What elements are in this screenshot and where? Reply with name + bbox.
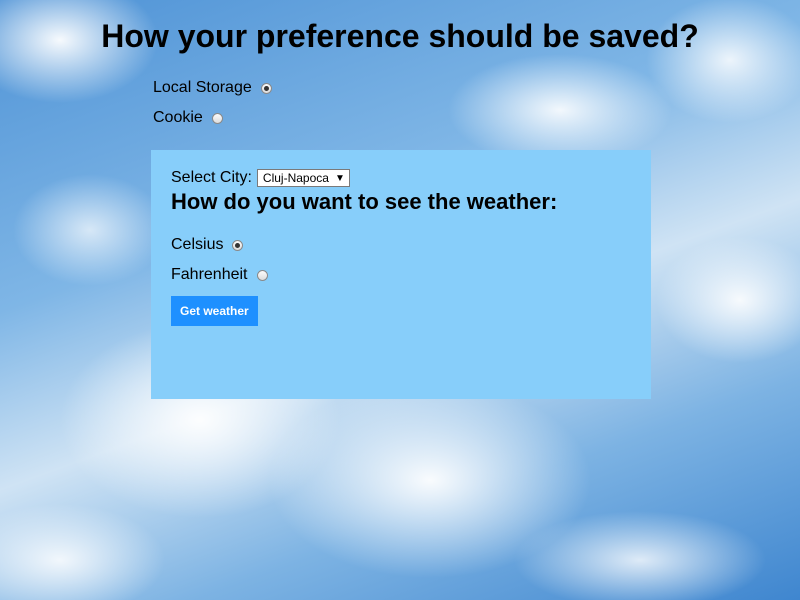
fahrenheit-radio[interactable]: [256, 269, 268, 281]
city-row: Select City: Cluj-Napoca ▼: [171, 169, 350, 187]
unit-option-celsius: Celsius: [171, 236, 244, 254]
storage-option-local-storage: Local Storage: [153, 79, 272, 97]
local-storage-radio[interactable]: [260, 82, 272, 94]
dropdown-arrow-icon: ▼: [334, 172, 345, 184]
cookie-label: Cookie: [153, 109, 203, 126]
get-weather-button[interactable]: Get weather: [171, 296, 258, 326]
weather-panel: Select City: Cluj-Napoca ▼ How do you wa…: [151, 150, 651, 399]
celsius-radio[interactable]: [232, 239, 244, 251]
page-title: How your preference should be saved?: [101, 18, 699, 54]
storage-option-cookie: Cookie: [153, 109, 223, 127]
city-select[interactable]: Cluj-Napoca ▼: [256, 169, 350, 187]
celsius-label: Celsius: [171, 236, 224, 253]
local-storage-label: Local Storage: [153, 79, 252, 96]
cookie-radio[interactable]: [211, 112, 223, 124]
weather-heading: How do you want to see the weather:: [171, 189, 558, 214]
city-select-value: Cluj-Napoca: [262, 171, 329, 185]
fahrenheit-label: Fahrenheit: [171, 266, 248, 283]
city-label: Select City:: [171, 169, 252, 186]
unit-option-fahrenheit: Fahrenheit: [171, 266, 268, 284]
